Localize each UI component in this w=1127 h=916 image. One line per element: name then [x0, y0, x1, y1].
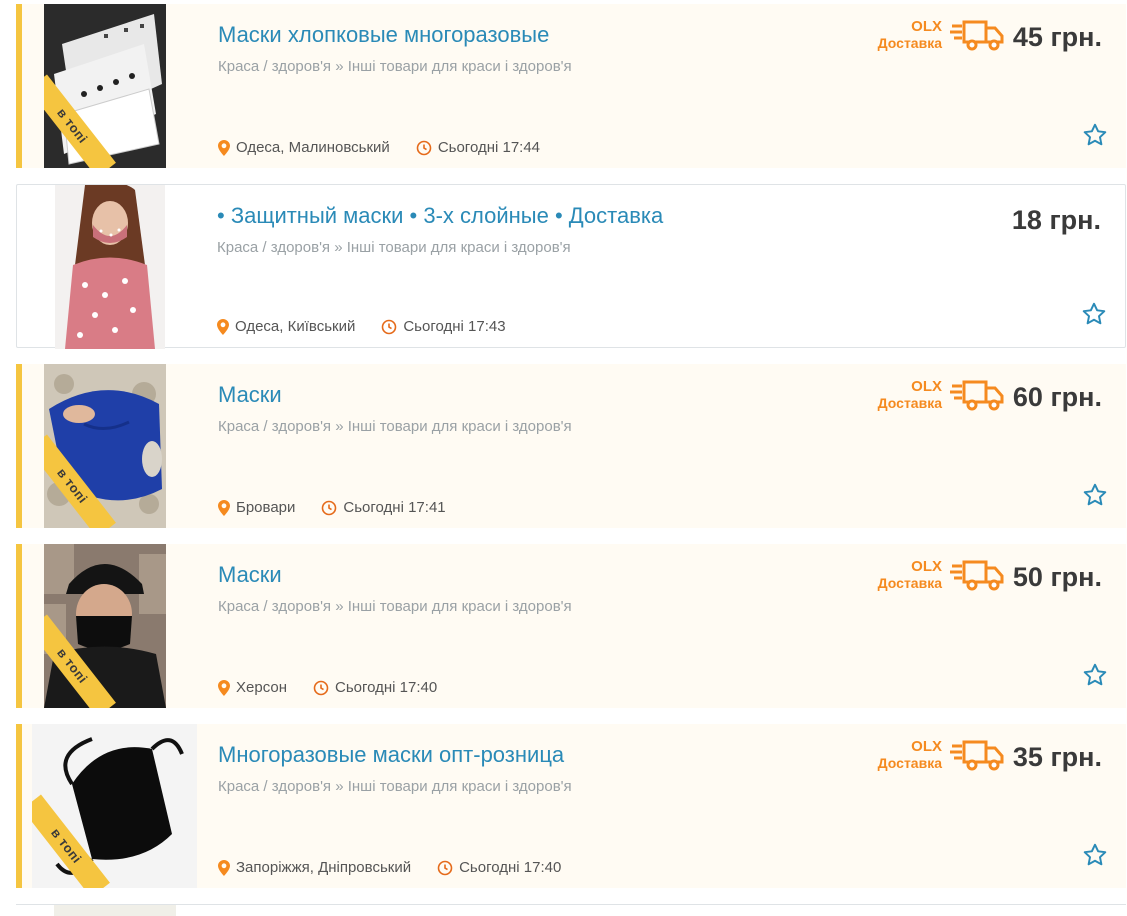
listing-price: 60 грн.	[1012, 382, 1102, 412]
olx-delivery-badge: OLX Доставка	[878, 738, 1006, 772]
delivery-label: Доставка	[877, 575, 942, 591]
delivery-truck-icon	[950, 740, 1004, 771]
listing-location: Одеса, Київський	[235, 318, 356, 335]
listing-category: Краса / здоров'я » Інші товари для краси…	[218, 778, 572, 795]
clock-icon	[322, 500, 337, 515]
listing-photo[interactable]: в топі	[44, 4, 166, 168]
listing-meta: Бровари Сьогодні 17:41	[218, 499, 446, 516]
delivery-label: Доставка	[877, 755, 942, 771]
listing-card[interactable]: в топі Многоразовые маски опт-розница Кр…	[16, 724, 1126, 888]
listing-title[interactable]: Многоразовые маски опт-розница	[218, 742, 564, 768]
listing-location: Бровари	[236, 499, 296, 516]
clock-icon	[437, 860, 453, 875]
listing-category: Краса / здоров'я » Інші товари для краси…	[218, 418, 572, 435]
listing-title[interactable]: • Защитный маски • 3-х слойные • Доставк…	[217, 203, 663, 229]
listing-meta: Запоріжжя, Дніпровський Сьогодні 17:40	[218, 859, 561, 876]
delivery-label: Доставка	[877, 35, 942, 51]
olx-delivery-badge: OLX Доставка	[878, 378, 1006, 412]
listing-price: 18 грн.	[1011, 205, 1101, 235]
favorite-star-icon[interactable]	[1081, 301, 1107, 327]
delivery-label: Доставка	[877, 395, 942, 411]
clock-icon	[382, 319, 397, 334]
clock-icon	[313, 680, 329, 695]
listing-time: Сьогодні 17:44	[437, 139, 541, 156]
delivery-olx-label: OLX	[911, 18, 942, 35]
listing-card[interactable]: в топі Маски Краса / здоров'я » Інші тов…	[16, 544, 1126, 708]
listing-price: 50 грн.	[1012, 562, 1102, 592]
listing-time: Сьогодні 17:40	[459, 859, 562, 876]
olx-delivery-badge: OLX Доставка	[878, 18, 1006, 52]
olx-delivery-badge: OLX Доставка	[878, 558, 1006, 592]
favorite-star-icon[interactable]	[1082, 842, 1108, 868]
delivery-olx-label: OLX	[911, 738, 942, 755]
listing-price: 45 грн.	[1012, 22, 1102, 52]
delivery-truck-icon	[950, 380, 1004, 411]
listing-category: Краса / здоров'я » Інші товари для краси…	[217, 239, 571, 256]
map-pin-icon	[218, 859, 230, 876]
listing-card[interactable]: в топі Маски Краса / здоров'я » Інші тов…	[16, 364, 1126, 528]
listing-title[interactable]: Маски	[218, 382, 282, 408]
listing-time: Сьогодні 17:41	[343, 499, 446, 516]
listing-photo[interactable]: в топі	[44, 364, 166, 528]
map-pin-icon	[217, 318, 229, 335]
listing-card[interactable]: • Защитный маски • 3-х слойные • Доставк…	[16, 184, 1126, 349]
listing-card[interactable]: в топі Маски хлопковые многоразовые Крас…	[16, 4, 1126, 168]
delivery-truck-icon	[950, 560, 1004, 591]
listing-category: Краса / здоров'я » Інші товари для краси…	[218, 58, 572, 75]
listing-photo[interactable]: в топі	[32, 724, 197, 888]
listing-photo[interactable]	[55, 185, 177, 349]
map-pin-icon	[218, 679, 230, 696]
delivery-olx-label: OLX	[911, 378, 942, 395]
delivery-truck-icon	[950, 20, 1004, 51]
listing-location: Запоріжжя, Дніпровський	[236, 859, 412, 876]
listing-title[interactable]: Маски хлопковые многоразовые	[218, 22, 549, 48]
listing-title[interactable]: Маски	[218, 562, 282, 588]
listing-category: Краса / здоров'я » Інші товари для краси…	[218, 598, 572, 615]
next-listing-edge	[16, 904, 1126, 916]
clock-icon	[416, 140, 432, 155]
listing-photo[interactable]: в топі	[44, 544, 166, 708]
map-pin-icon	[218, 499, 230, 516]
listing-meta: Херсон Сьогодні 17:40	[218, 679, 437, 696]
listing-location: Одеса, Малиновський	[236, 139, 390, 156]
map-pin-icon	[218, 139, 230, 156]
delivery-olx-label: OLX	[911, 558, 942, 575]
listing-time: Сьогодні 17:43	[403, 318, 506, 335]
next-listing-photo-edge	[54, 905, 176, 916]
listing-location: Херсон	[236, 679, 287, 696]
favorite-star-icon[interactable]	[1082, 662, 1108, 688]
favorite-star-icon[interactable]	[1082, 122, 1108, 148]
listing-meta: Одеса, Київський Сьогодні 17:43	[217, 318, 506, 335]
listing-time: Сьогодні 17:40	[334, 679, 438, 696]
listing-meta: Одеса, Малиновський Сьогодні 17:44	[218, 139, 540, 156]
listing-price: 35 грн.	[1012, 742, 1102, 772]
favorite-star-icon[interactable]	[1082, 482, 1108, 508]
